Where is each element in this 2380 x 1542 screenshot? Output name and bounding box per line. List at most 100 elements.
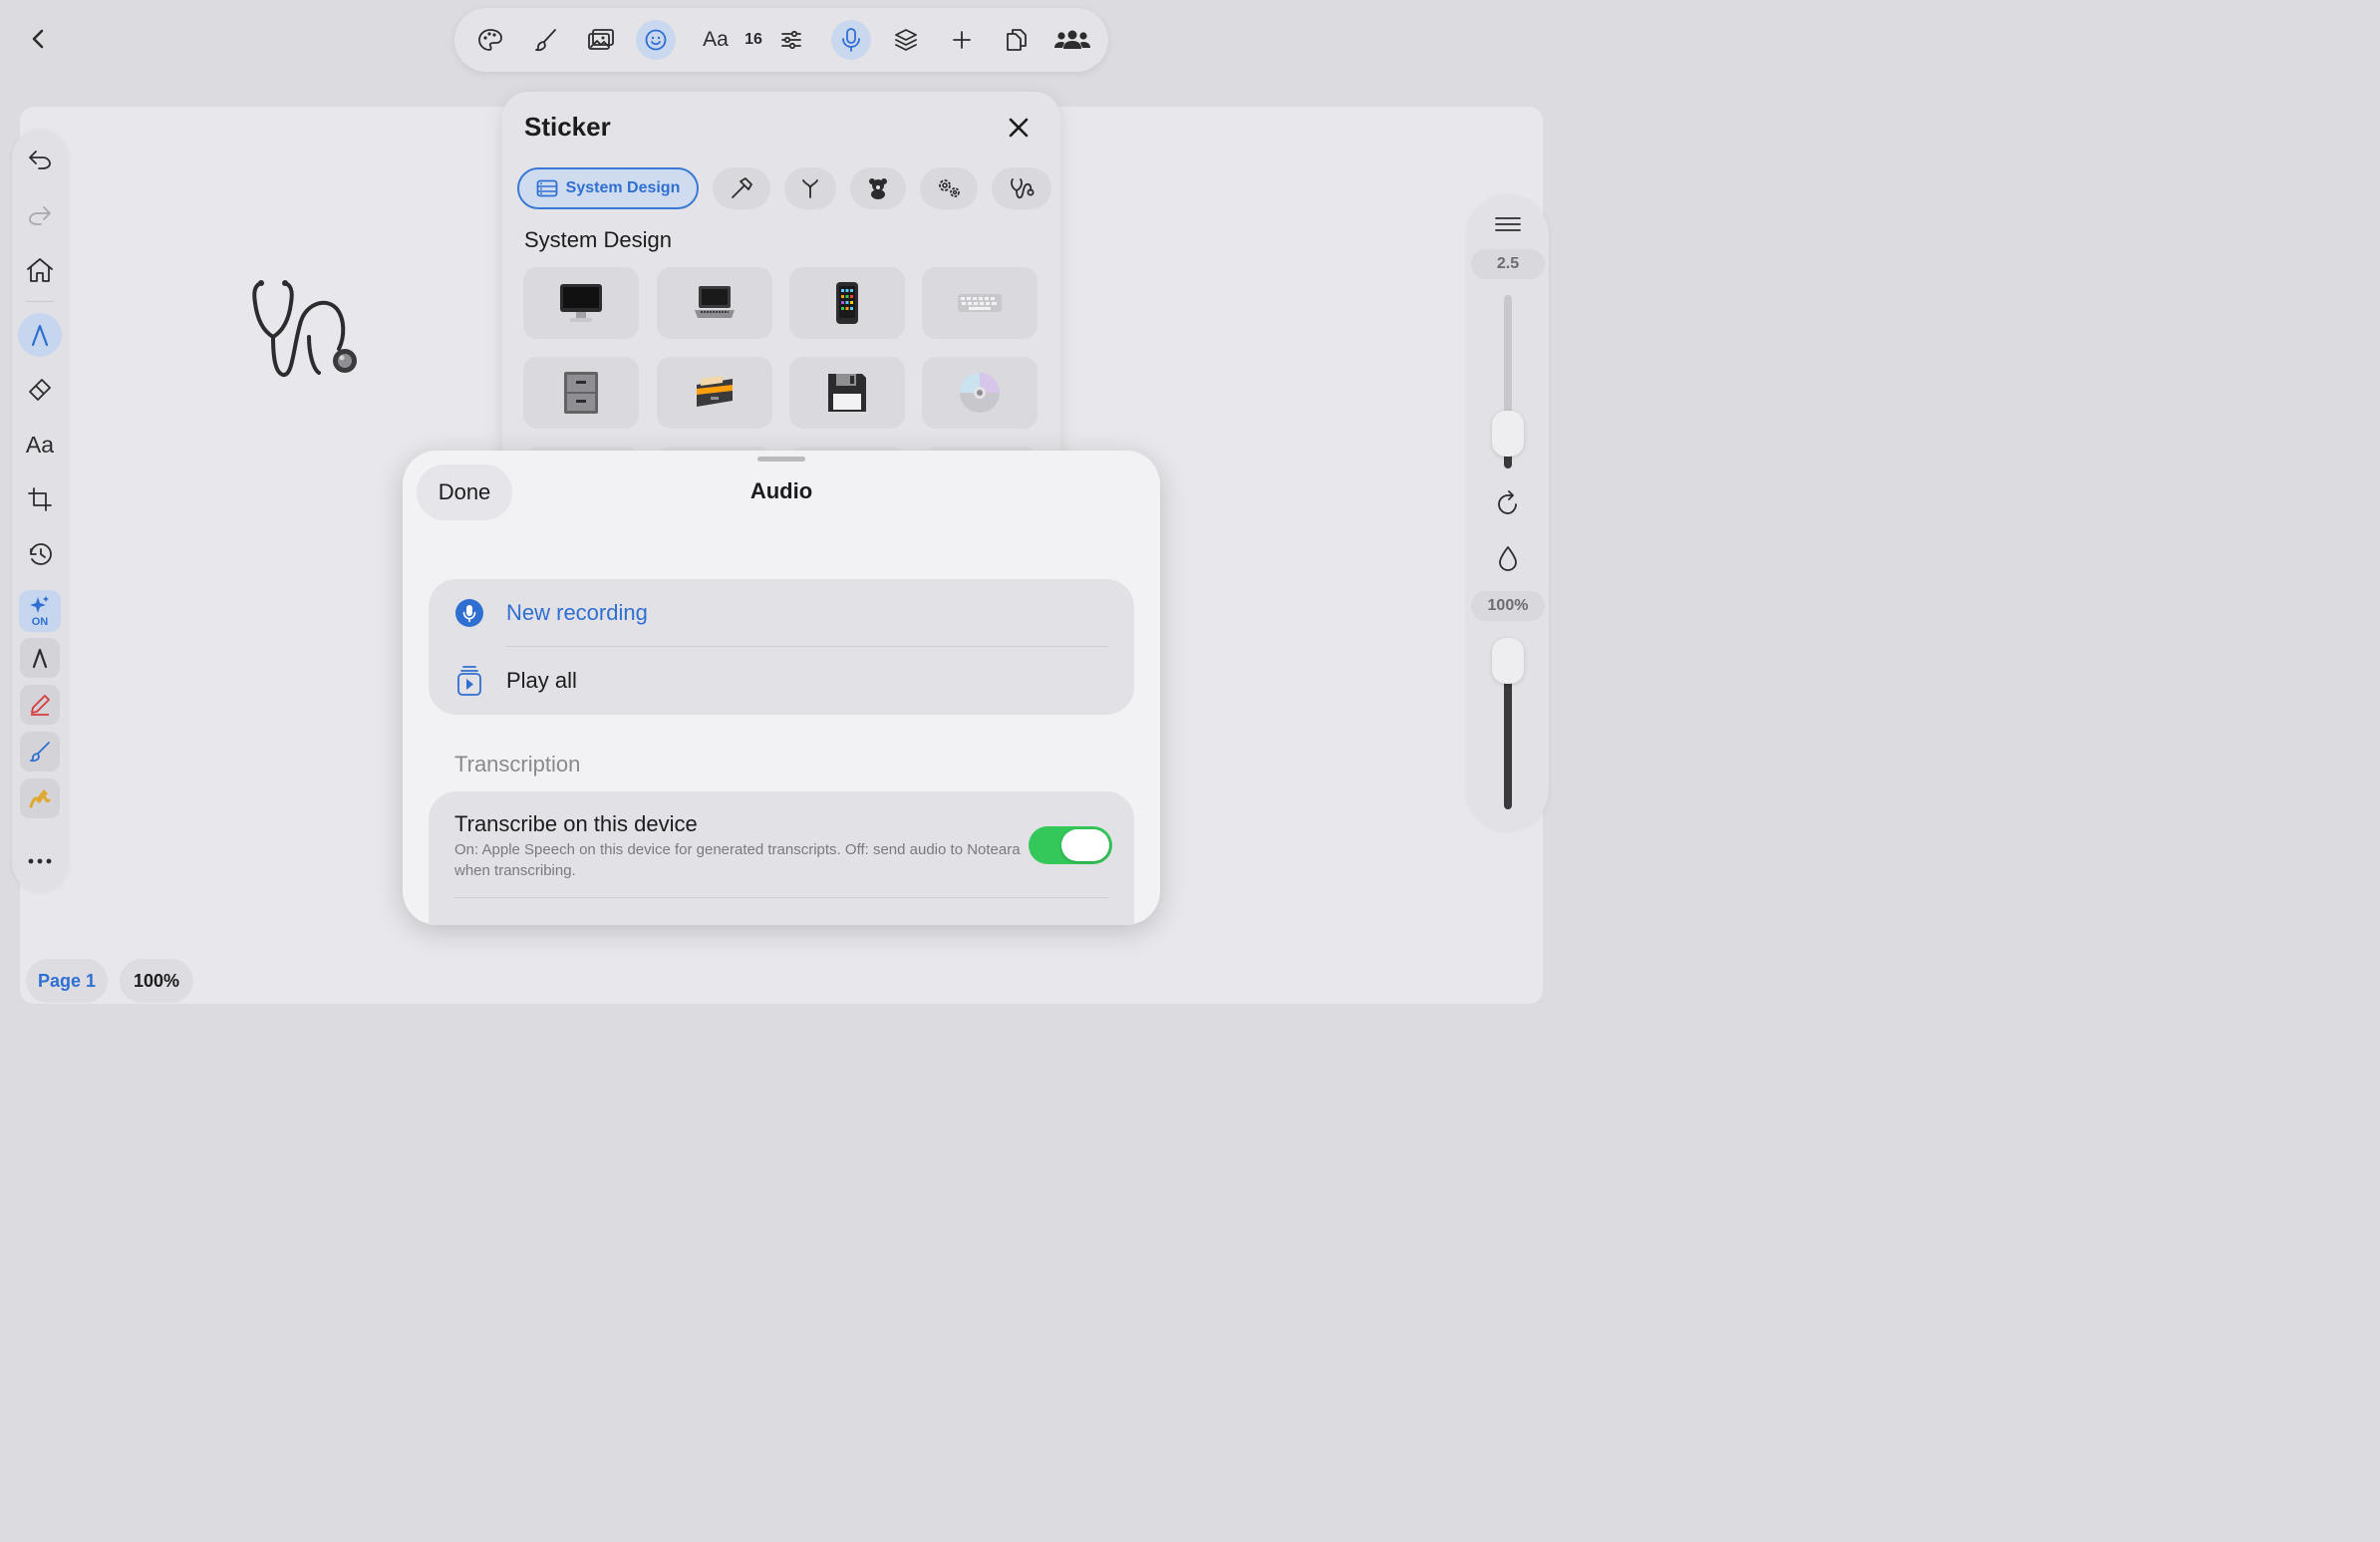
sticker-mobile-phone[interactable]: [789, 267, 905, 339]
new-recording-row[interactable]: New recording: [429, 579, 1134, 647]
opacity-slider-knob[interactable]: [1492, 638, 1524, 684]
crop-icon: [28, 487, 52, 511]
eraser-tool-button[interactable]: [18, 368, 62, 412]
palette-icon: [478, 29, 502, 51]
font-size-button[interactable]: 16: [734, 20, 773, 60]
redo-icon: [29, 206, 51, 225]
yellow-highlighter-icon: [29, 789, 51, 808]
smiley-sticker-icon: [645, 29, 667, 51]
collaborators-icon: [1054, 30, 1090, 49]
fork-icon: [802, 179, 818, 198]
sticker-floppy-disk[interactable]: [789, 357, 905, 429]
layers-button[interactable]: [886, 20, 926, 60]
home-button[interactable]: [18, 248, 62, 292]
plus-icon: [953, 31, 971, 49]
stroke-width-slider-knob[interactable]: [1492, 411, 1524, 457]
category-chip-toys[interactable]: [850, 167, 906, 209]
audio-sheet: Done Audio New recording Play all Transc…: [403, 451, 1160, 925]
fountain-pen-icon: [32, 648, 48, 669]
new-recording-label: New recording: [506, 600, 648, 625]
transcription-section-header: Transcription: [454, 752, 581, 776]
droplet-icon: [1499, 546, 1517, 571]
text-icon: Aa: [25, 431, 55, 458]
brush-icon: [535, 29, 556, 52]
category-chip-medical[interactable]: [992, 167, 1051, 209]
collaborate-button[interactable]: [1050, 20, 1094, 60]
play-queue-icon: [454, 666, 484, 696]
sparkles-icon: [30, 595, 49, 613]
text-tool-button[interactable]: Aa: [18, 423, 62, 466]
opacity-icon-button: [1496, 544, 1520, 572]
microphone-icon: [842, 28, 860, 52]
redo-button[interactable]: [18, 193, 62, 237]
sheet-title: Audio: [749, 478, 813, 503]
document-copy-icon: [1007, 29, 1027, 51]
crop-tool-button[interactable]: [18, 477, 62, 521]
sticker-desktop-computer[interactable]: [523, 267, 639, 339]
add-button[interactable]: [942, 20, 982, 60]
highlighter-button[interactable]: [20, 778, 60, 818]
back-button[interactable]: [20, 20, 58, 58]
sticker-laptop[interactable]: [657, 267, 772, 339]
zoom-indicator[interactable]: 100%: [120, 959, 193, 1003]
red-pen-icon: [31, 695, 50, 716]
fountain-pen-button[interactable]: [20, 638, 60, 678]
optical-disc-icon: [960, 373, 1000, 413]
stroke-width-value: 2.5: [1471, 249, 1545, 279]
history-button[interactable]: [18, 532, 62, 576]
red-pen-button[interactable]: [20, 685, 60, 725]
font-button[interactable]: Aa: [696, 20, 736, 60]
sticker-button[interactable]: [636, 20, 676, 60]
transcribe-on-device-description: On: Apple Speech on this device for gene…: [454, 841, 1021, 879]
hammer-icon: [732, 177, 752, 198]
reset-button[interactable]: [1494, 490, 1522, 518]
hamburger-icon: [1495, 217, 1521, 231]
pen-icon: [31, 324, 49, 347]
opacity-value: 100%: [1471, 591, 1545, 621]
font-size-value: 16: [744, 31, 762, 48]
category-chip-tools[interactable]: [713, 167, 770, 209]
sticker-optical-disc[interactable]: [922, 357, 1038, 429]
left-tool-rail: Aa ON: [12, 130, 68, 891]
sticker-keyboard[interactable]: [922, 267, 1038, 339]
category-chip-branching[interactable]: [784, 167, 836, 209]
more-tools-button[interactable]: [18, 839, 62, 883]
blue-brush-icon: [30, 742, 50, 763]
transcribe-on-device-toggle[interactable]: [1029, 826, 1112, 864]
pen-tool-button[interactable]: [18, 313, 62, 357]
stethoscope-icon: [252, 280, 357, 377]
sticker-file-cabinet[interactable]: [523, 357, 639, 429]
sticker-card-file-box[interactable]: [657, 357, 772, 429]
play-all-row[interactable]: Play all: [429, 647, 1134, 715]
sheet-grabber[interactable]: [757, 457, 805, 462]
adjustments-button[interactable]: [771, 20, 811, 60]
card-file-box-icon: [697, 376, 733, 407]
blue-brush-button[interactable]: [20, 732, 60, 771]
undo-button[interactable]: [18, 138, 62, 181]
microphone-icon: [454, 598, 484, 628]
image-gallery-icon: [588, 29, 614, 50]
keyboard-icon: [958, 294, 1002, 312]
undo-icon: [29, 151, 51, 169]
palette-button[interactable]: [470, 20, 510, 60]
category-chip-settings[interactable]: [920, 167, 978, 209]
audio-button[interactable]: [831, 20, 871, 60]
ai-assist-toggle[interactable]: ON: [19, 590, 61, 632]
transcribe-on-device-title: Transcribe on this device: [454, 811, 698, 836]
floppy-disk-icon: [828, 374, 866, 412]
rotate-icon: [1498, 490, 1517, 514]
insert-image-button[interactable]: [581, 20, 621, 60]
divider: [26, 301, 54, 302]
brush-button[interactable]: [526, 20, 566, 60]
pages-button[interactable]: [997, 20, 1037, 60]
page-indicator[interactable]: Page 1: [26, 959, 108, 1003]
gears-icon: [939, 179, 960, 197]
close-sticker-button[interactable]: [1001, 110, 1037, 146]
sticker-section-title: System Design: [524, 227, 672, 252]
mobile-phone-icon: [836, 282, 858, 324]
stethoscope-sticker[interactable]: [249, 277, 365, 381]
file-cabinet-icon: [564, 372, 598, 414]
menu-button[interactable]: [1494, 213, 1522, 235]
category-chip-system-design[interactable]: System Design: [517, 167, 699, 209]
more-icon: [28, 858, 52, 864]
